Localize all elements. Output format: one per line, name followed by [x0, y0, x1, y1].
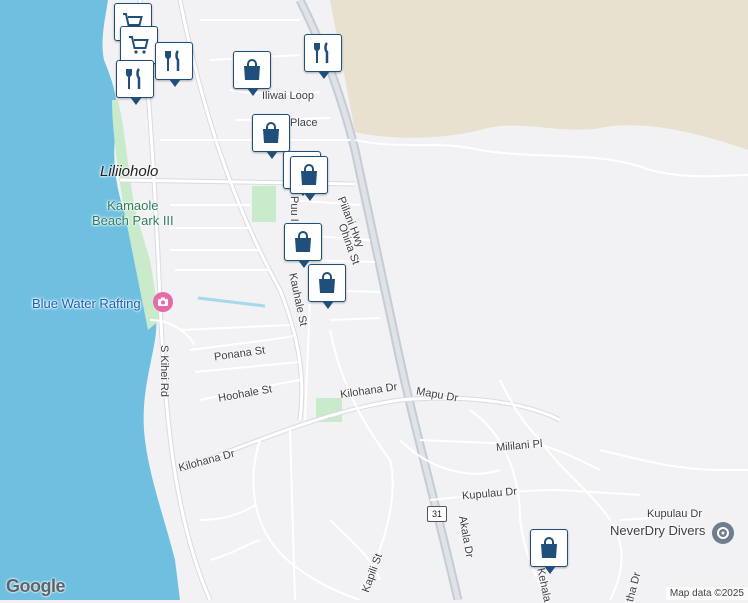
cart-icon — [129, 36, 149, 54]
restaurant-icon — [165, 50, 180, 71]
poi-label-blue-water-rafting[interactable]: Blue Water Rafting — [32, 296, 141, 311]
grocery-pin[interactable] — [120, 26, 158, 71]
street-label-kupulau-dr-2: Kupulau Dr — [647, 508, 703, 520]
shopping-pin[interactable] — [530, 529, 568, 574]
shopping-bag-icon — [244, 59, 260, 80]
park-area-1 — [252, 186, 276, 222]
shopping-bag-icon — [295, 231, 311, 252]
shopping-pin[interactable] — [233, 51, 271, 96]
route-31-shield: 31 — [427, 506, 447, 522]
street-label-puu: Puu I — [288, 196, 300, 222]
street-label-iliwai-loop: Iliwai Loop — [262, 90, 314, 102]
restaurant-pin[interactable] — [155, 42, 193, 87]
shopping-pin[interactable] — [284, 223, 322, 268]
shopping-pin[interactable] — [252, 114, 290, 159]
restaurant-pin[interactable] — [304, 34, 342, 79]
restaurant-icon — [126, 68, 141, 89]
camera-icon[interactable] — [153, 292, 173, 312]
shopping-pin[interactable] — [308, 264, 346, 309]
street-label-place: Place — [290, 117, 318, 129]
shopping-bag-icon — [301, 164, 317, 185]
place-label-liliioholo: Liliioholo — [100, 163, 159, 180]
shopping-bag-icon — [319, 272, 335, 293]
shopping-pin[interactable] — [290, 156, 328, 201]
shopping-bag-icon — [541, 537, 557, 558]
park-label-kamaole: Kamaole Beach Park III — [92, 198, 174, 228]
google-logo[interactable]: Google — [6, 576, 66, 597]
shopping-bag-icon — [263, 122, 279, 143]
map-attribution[interactable]: Map data ©2025 — [665, 587, 748, 600]
restaurant-pin[interactable] — [116, 60, 154, 105]
poi-label-neverdry-divers[interactable]: NeverDry Divers — [610, 523, 705, 538]
restaurant-icon — [314, 42, 329, 63]
street-label-s-kihei-rd: S Kihei Rd — [158, 345, 170, 397]
dive-icon[interactable] — [712, 522, 734, 544]
